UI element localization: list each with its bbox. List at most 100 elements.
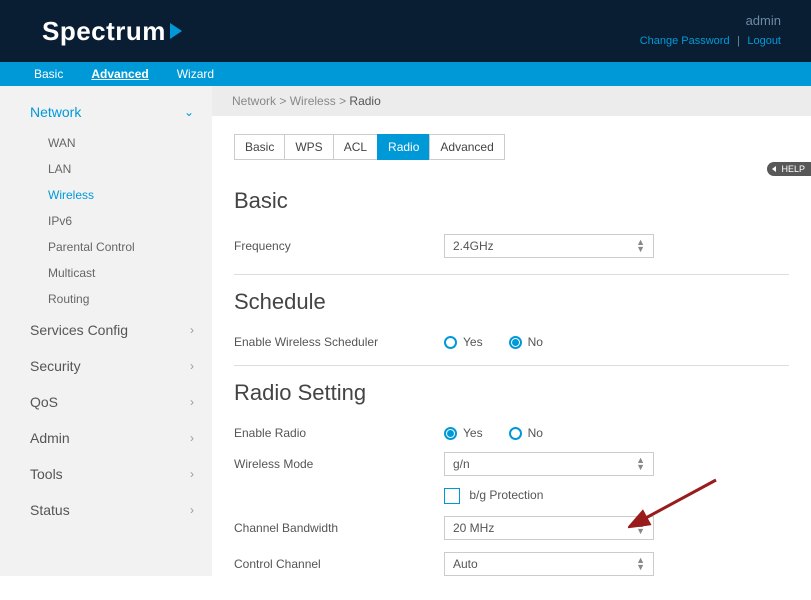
tab-acl[interactable]: ACL xyxy=(333,134,378,160)
enable-radio-label: Enable Radio xyxy=(234,426,444,440)
field-control-channel: Control Channel Auto ▲▼ xyxy=(234,546,789,582)
select-caret-icon: ▲▼ xyxy=(636,557,645,571)
chevron-right-icon: › xyxy=(190,395,194,409)
control-channel-label: Control Channel xyxy=(234,557,444,571)
sidebar-group-label: QoS xyxy=(30,394,58,410)
header-links: Change Password | Logout xyxy=(640,31,781,49)
schedule-enable-label: Enable Wireless Scheduler xyxy=(234,335,444,349)
topnav-basic[interactable]: Basic xyxy=(34,67,63,81)
breadcrumb-part[interactable]: Wireless xyxy=(290,94,336,108)
sidebar-group-label: Admin xyxy=(30,430,70,446)
logout-link[interactable]: Logout xyxy=(747,35,781,47)
sidebar-item-lan[interactable]: LAN xyxy=(0,156,212,182)
breadcrumb-part[interactable]: Network xyxy=(232,94,276,108)
main-panel: Network > Wireless > Radio HELP Basic WP… xyxy=(212,86,811,576)
sidebar: Network ⌄ WAN LAN Wireless IPv6 Parental… xyxy=(0,86,212,576)
header-right: admin Change Password | Logout xyxy=(640,13,781,49)
radio-label: No xyxy=(528,335,543,349)
field-schedule-enable: Enable Wireless Scheduler Yes No xyxy=(234,329,789,355)
chevron-right-icon: › xyxy=(190,323,194,337)
topnav-wizard[interactable]: Wizard xyxy=(177,67,214,81)
frequency-select[interactable]: 2.4GHz ▲▼ xyxy=(444,234,654,258)
section-schedule-title: Schedule xyxy=(234,289,789,315)
radio-label: No xyxy=(528,426,543,440)
radio-icon xyxy=(444,427,457,440)
wireless-mode-label: Wireless Mode xyxy=(234,457,444,471)
help-button[interactable]: HELP xyxy=(767,162,811,176)
enable-radio-no[interactable]: No xyxy=(509,426,543,440)
control-channel-select[interactable]: Auto ▲▼ xyxy=(444,552,654,576)
select-caret-icon: ▲▼ xyxy=(636,239,645,253)
chevron-right-icon: › xyxy=(190,503,194,517)
sidebar-group-tools[interactable]: Tools › xyxy=(0,456,212,492)
field-channel-bandwidth: Channel Bandwidth 20 MHz ▲▼ xyxy=(234,510,789,546)
sidebar-item-wan[interactable]: WAN xyxy=(0,130,212,156)
schedule-yes-radio[interactable]: Yes xyxy=(444,335,483,349)
chevron-right-icon: › xyxy=(190,359,194,373)
sidebar-group-services[interactable]: Services Config › xyxy=(0,312,212,348)
radio-label: Yes xyxy=(463,335,483,349)
sidebar-group-label: Network xyxy=(30,104,81,120)
separator: | xyxy=(737,35,740,47)
select-value: Auto xyxy=(453,557,478,571)
divider xyxy=(234,365,789,366)
sidebar-group-network[interactable]: Network ⌄ xyxy=(0,94,212,130)
frequency-label: Frequency xyxy=(234,239,444,253)
channel-bandwidth-select[interactable]: 20 MHz ▲▼ xyxy=(444,516,654,540)
topnav-advanced[interactable]: Advanced xyxy=(91,67,148,81)
sidebar-group-admin[interactable]: Admin › xyxy=(0,420,212,456)
enable-radio-yes[interactable]: Yes xyxy=(444,426,483,440)
radio-icon xyxy=(444,336,457,349)
breadcrumb: Network > Wireless > Radio xyxy=(212,86,811,116)
tab-basic[interactable]: Basic xyxy=(234,134,285,160)
wireless-mode-select[interactable]: g/n ▲▼ xyxy=(444,452,654,476)
separator: > xyxy=(339,94,349,108)
sidebar-item-wireless[interactable]: Wireless xyxy=(0,182,212,208)
layout: Network ⌄ WAN LAN Wireless IPv6 Parental… xyxy=(0,86,811,576)
radio-icon xyxy=(509,336,522,349)
logo-text: Spectrum xyxy=(42,16,166,47)
sidebar-item-routing[interactable]: Routing xyxy=(0,286,212,312)
header: Spectrum admin Change Password | Logout xyxy=(0,0,811,62)
chevron-right-icon: › xyxy=(190,467,194,481)
breadcrumb-current: Radio xyxy=(349,94,380,108)
brand-logo: Spectrum xyxy=(42,16,182,47)
top-nav: Basic Advanced Wizard xyxy=(0,62,811,86)
select-caret-icon: ▲▼ xyxy=(636,457,645,471)
radio-icon xyxy=(509,427,522,440)
field-enable-radio: Enable Radio Yes No xyxy=(234,420,789,446)
logo-triangle-icon xyxy=(170,23,182,39)
sidebar-group-qos[interactable]: QoS › xyxy=(0,384,212,420)
sidebar-group-label: Tools xyxy=(30,466,63,482)
tab-radio[interactable]: Radio xyxy=(377,134,430,160)
field-wireless-mode: Wireless Mode g/n ▲▼ xyxy=(234,446,789,482)
tabs: Basic WPS ACL Radio Advanced xyxy=(234,134,789,160)
sidebar-group-label: Services Config xyxy=(30,322,128,338)
tab-advanced[interactable]: Advanced xyxy=(429,134,504,160)
sidebar-group-label: Security xyxy=(30,358,81,374)
section-radio-title: Radio Setting xyxy=(234,380,789,406)
select-caret-icon: ▲▼ xyxy=(636,521,645,535)
sidebar-item-parental[interactable]: Parental Control xyxy=(0,234,212,260)
sidebar-item-ipv6[interactable]: IPv6 xyxy=(0,208,212,234)
current-user: admin xyxy=(640,13,781,28)
divider xyxy=(234,274,789,275)
radio-label: Yes xyxy=(463,426,483,440)
schedule-no-radio[interactable]: No xyxy=(509,335,543,349)
channel-bandwidth-label: Channel Bandwidth xyxy=(234,521,444,535)
sidebar-group-status[interactable]: Status › xyxy=(0,492,212,528)
field-frequency: Frequency 2.4GHz ▲▼ xyxy=(234,228,789,264)
change-password-link[interactable]: Change Password xyxy=(640,35,730,47)
select-value: g/n xyxy=(453,457,470,471)
bg-protection-checkbox[interactable] xyxy=(444,488,460,504)
sidebar-item-multicast[interactable]: Multicast xyxy=(0,260,212,286)
sidebar-group-security[interactable]: Security › xyxy=(0,348,212,384)
field-bg-protection: b/g Protection xyxy=(234,482,789,510)
section-basic-title: Basic xyxy=(234,188,789,214)
select-value: 2.4GHz xyxy=(453,239,494,253)
chevron-down-icon: ⌄ xyxy=(184,105,194,119)
select-value: 20 MHz xyxy=(453,521,494,535)
separator: > xyxy=(279,94,289,108)
tab-wps[interactable]: WPS xyxy=(284,134,333,160)
chevron-right-icon: › xyxy=(190,431,194,445)
